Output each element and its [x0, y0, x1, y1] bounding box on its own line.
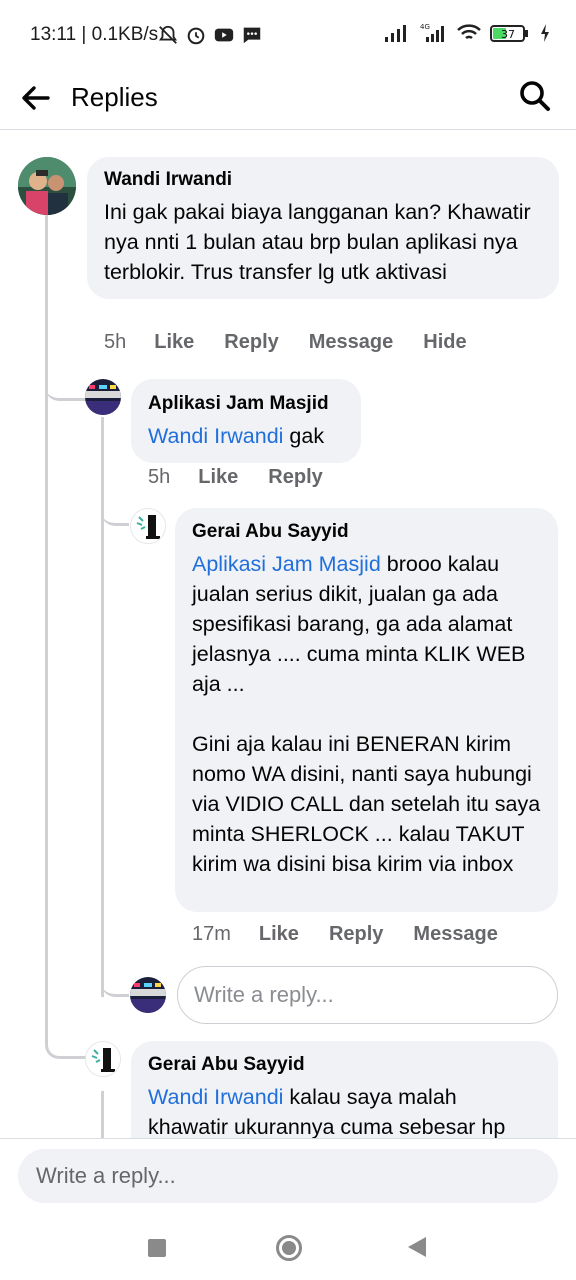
thread-connector: [45, 1011, 87, 1059]
message-icon: [243, 27, 261, 44]
like-button[interactable]: Like: [154, 331, 194, 354]
thread-line: [45, 215, 48, 1025]
comment-text: Wandi Irwandi gak: [148, 421, 345, 451]
avatar-photo: [86, 1042, 120, 1076]
home-icon[interactable]: [276, 1235, 302, 1261]
avatar-photo: [131, 509, 165, 543]
recent-apps-icon[interactable]: [148, 1239, 166, 1257]
comment-text: Ini gak pakai biaya langganan kan? Khawa…: [104, 200, 531, 284]
mention-link[interactable]: Wandi Irwandi: [148, 1085, 283, 1109]
comment-author[interactable]: Wandi Irwandi: [104, 169, 543, 191]
charging-icon: [541, 24, 549, 42]
comment-author[interactable]: Gerai Abu Sayyid: [148, 1054, 542, 1076]
comment-text-rest: gak: [283, 424, 325, 448]
avatar-photo: [18, 157, 76, 215]
alarm-icon: [187, 27, 205, 45]
back-arrow-icon[interactable]: [18, 80, 54, 116]
comment-text: Wandi Irwandi kalau saya malah khawatir …: [148, 1082, 542, 1138]
avatar: [130, 977, 166, 1013]
comment-actions: 17m Like Reply Message: [192, 923, 528, 946]
comment-text: Aplikasi Jam Masjid brooo kalau jualan s…: [192, 549, 542, 879]
thread-line: [101, 1091, 104, 1138]
reply-button[interactable]: Reply: [268, 466, 322, 489]
comment-actions: 5h Like Reply: [148, 466, 353, 489]
signal-icon: [385, 25, 406, 42]
mention-link[interactable]: Aplikasi Jam Masjid: [192, 552, 381, 576]
hide-button[interactable]: Hide: [423, 331, 466, 354]
thread-connector: [101, 965, 129, 997]
avatar-photo: [85, 379, 121, 415]
wifi-icon: [457, 24, 481, 40]
comment-actions: 5h Like Reply Message Hide: [104, 331, 497, 354]
avatar[interactable]: [85, 1041, 121, 1077]
app-header: Replies: [0, 70, 576, 130]
avatar[interactable]: [18, 157, 76, 215]
avatar[interactable]: [130, 508, 166, 544]
comment-author[interactable]: Aplikasi Jam Masjid: [148, 393, 345, 415]
svg-text:4G: 4G: [420, 23, 430, 31]
nested-reply-input[interactable]: Write a reply...: [177, 966, 558, 1024]
mention-link[interactable]: Wandi Irwandi: [148, 424, 283, 448]
status-notification-icons: [157, 24, 263, 46]
nav-back-icon[interactable]: [408, 1237, 426, 1257]
comment-time: 5h: [104, 331, 127, 353]
svg-text:37: 37: [501, 28, 515, 41]
avatar-photo: [130, 977, 166, 1013]
avatar[interactable]: [85, 379, 121, 415]
page-title: Replies: [71, 82, 158, 112]
comment-time: 17m: [192, 923, 231, 945]
thread-connector: [101, 494, 129, 526]
comment-bubble[interactable]: Gerai Abu Sayyid Wandi Irwandi kalau say…: [131, 1041, 558, 1138]
reply-composer: Write a reply...: [0, 1138, 576, 1280]
youtube-icon: [214, 28, 234, 42]
message-button[interactable]: Message: [309, 331, 394, 354]
status-system-icons: 4G 37: [384, 22, 550, 44]
status-time-speed: 13:11 | 0.1KB/s: [30, 24, 159, 45]
like-button[interactable]: Like: [198, 466, 238, 489]
message-button[interactable]: Message: [413, 923, 498, 946]
like-button[interactable]: Like: [259, 923, 299, 946]
reply-button[interactable]: Reply: [329, 923, 383, 946]
reply-input[interactable]: Write a reply...: [18, 1149, 558, 1203]
system-nav-bar: [0, 1223, 576, 1273]
battery-icon: 37: [490, 25, 528, 42]
comment-author[interactable]: Gerai Abu Sayyid: [192, 521, 542, 543]
comment-thread: Wandi Irwandi Ini gak pakai biaya langga…: [0, 131, 576, 1138]
comment-bubble[interactable]: Aplikasi Jam Masjid Wandi Irwandi gak: [131, 379, 361, 463]
bell-off-icon: [158, 25, 178, 44]
comment-bubble[interactable]: Gerai Abu Sayyid Aplikasi Jam Masjid bro…: [175, 508, 558, 912]
search-icon[interactable]: [518, 78, 552, 114]
signal-4g-icon: 4G: [420, 23, 444, 42]
comment-text-rest: brooo kalau jualan serius dikit, jualan …: [192, 552, 541, 876]
comment-time: 5h: [148, 466, 171, 488]
comment-bubble[interactable]: Wandi Irwandi Ini gak pakai biaya langga…: [87, 157, 559, 299]
status-bar: 13:11 | 0.1KB/s 4G 37: [0, 0, 576, 70]
reply-button[interactable]: Reply: [224, 331, 278, 354]
thread-connector: [45, 361, 87, 401]
